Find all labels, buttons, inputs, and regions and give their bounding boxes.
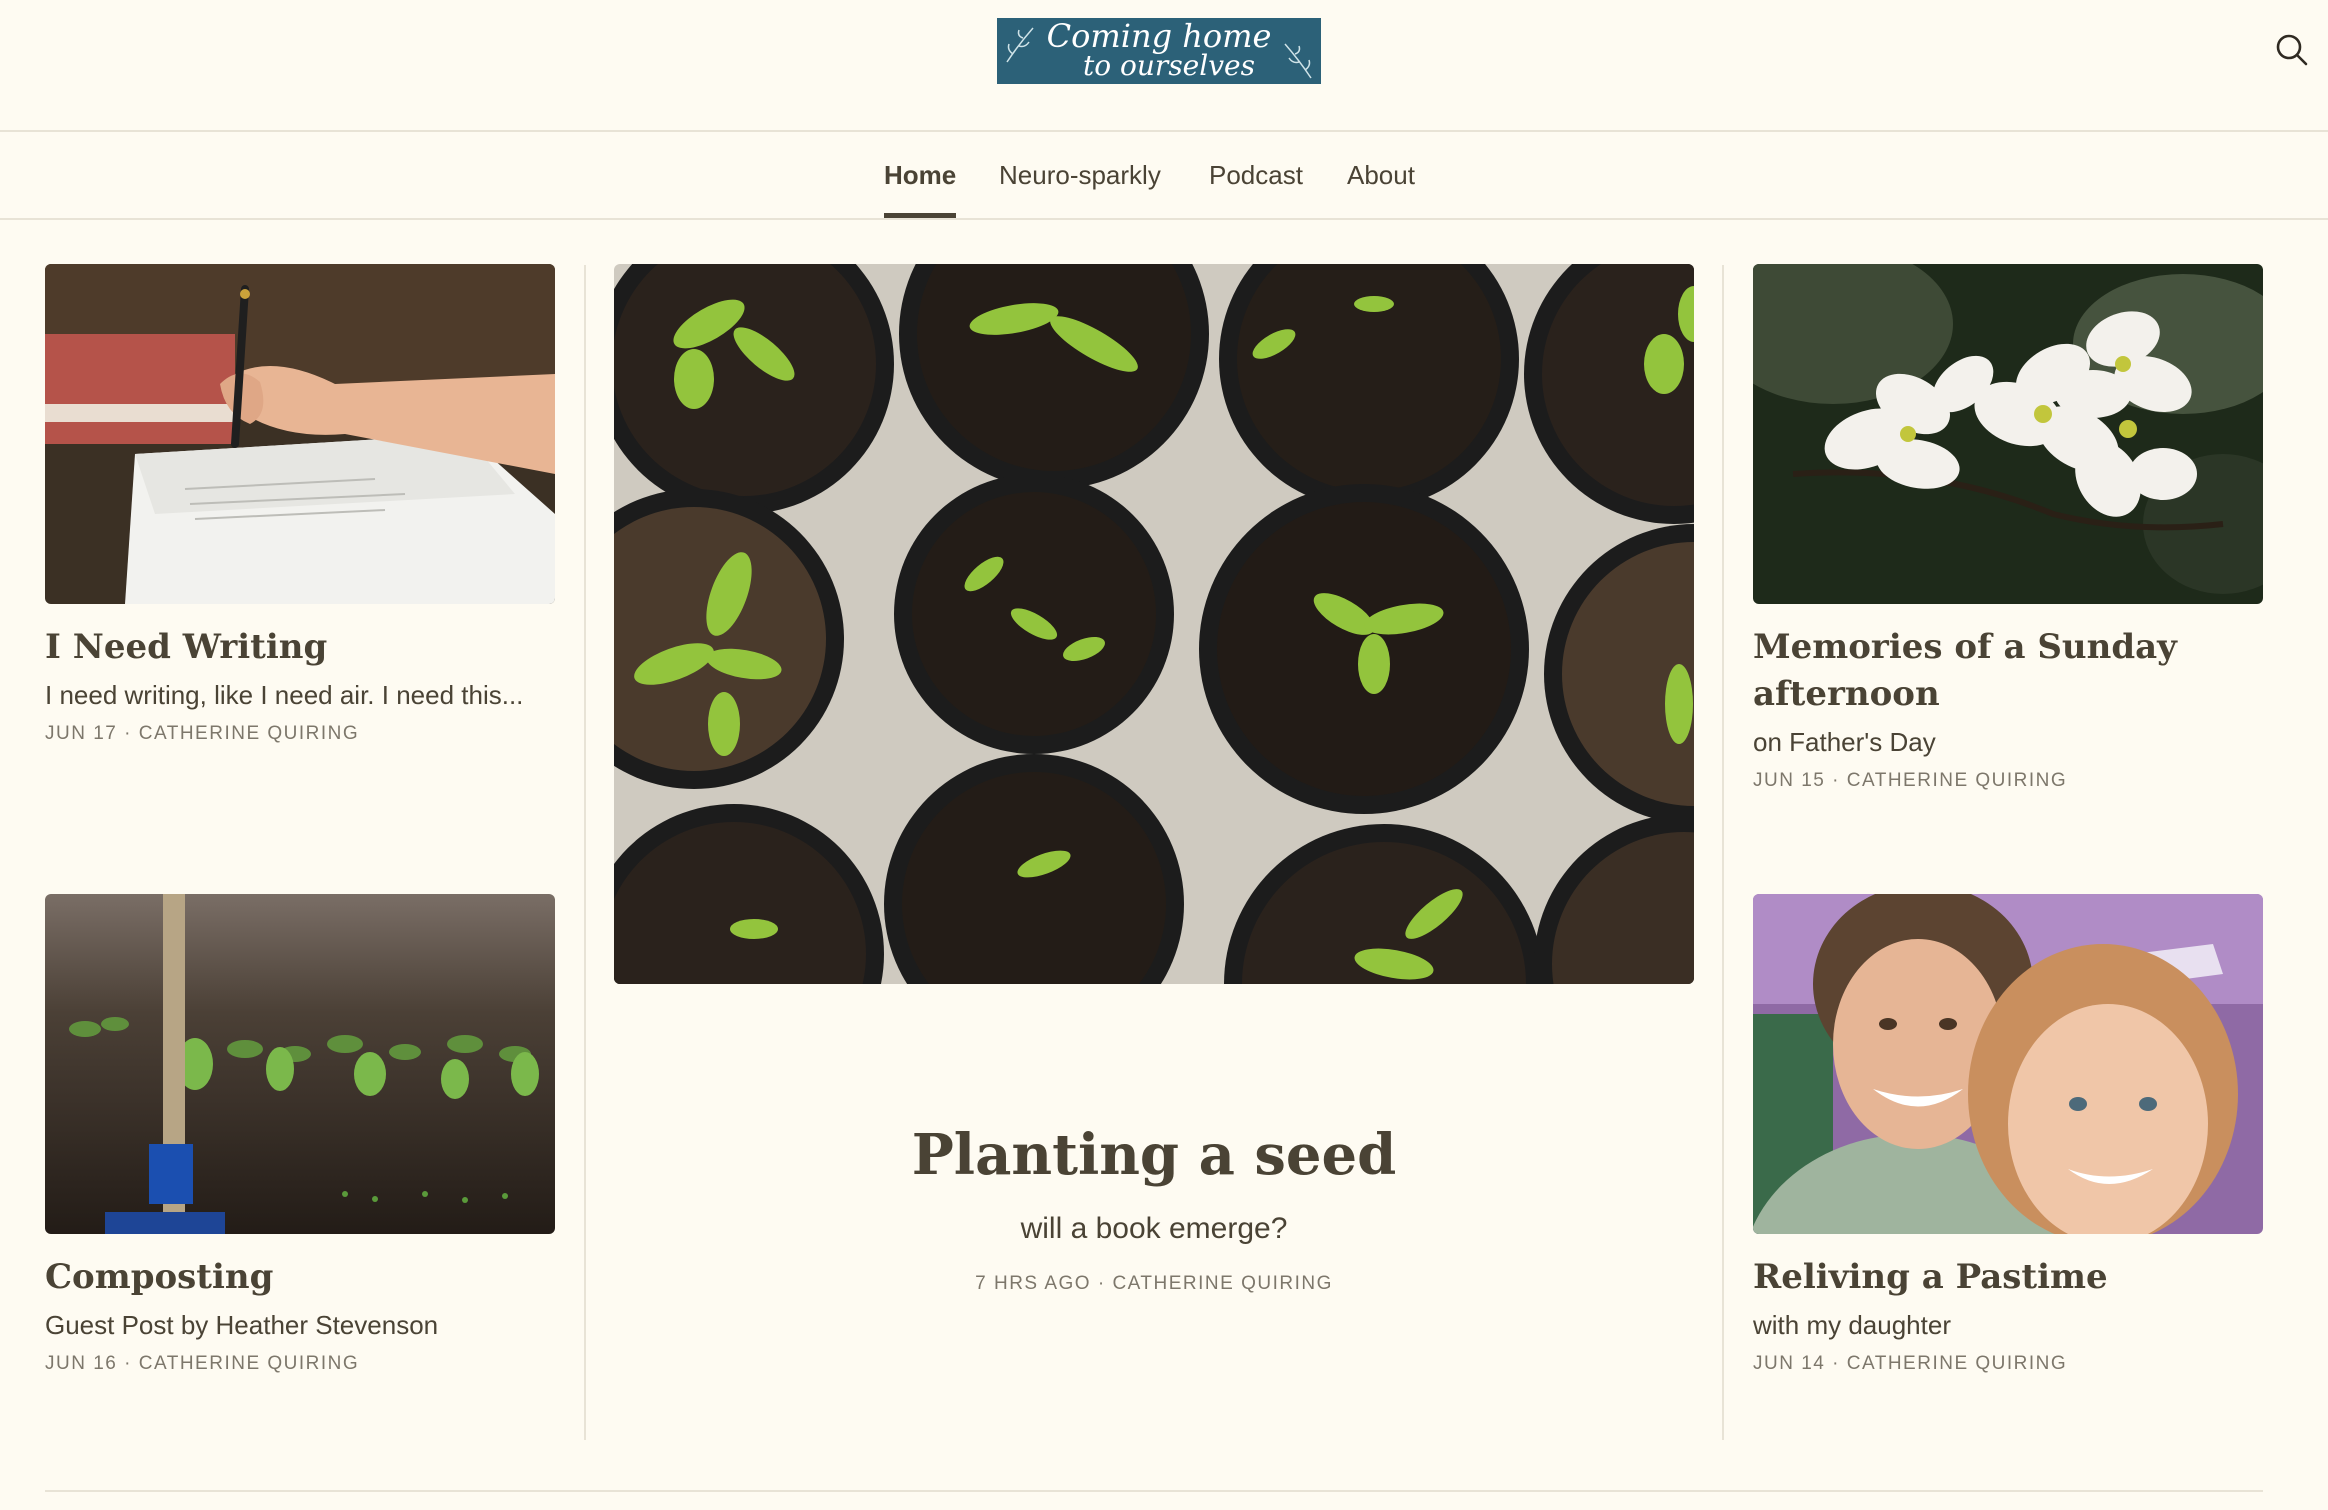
featured-post-subtitle: will a book emerge? [1020,1212,1288,1245]
post-subtitle-pastime: with my daughter [1753,1310,1951,1340]
nav-item-home[interactable]: Home [884,132,957,218]
post-subtitle-memories: on Father's Day [1753,727,1936,757]
post-title-pastime[interactable]: Reliving a Pastime [1753,1254,2263,1301]
site-logo[interactable]: Coming home to ourselves [997,18,1321,84]
post-thumbnail-writing[interactable] [45,264,555,604]
site-header: Coming home to ourselves [0,0,2328,132]
post-date: JUN 17 [45,723,118,744]
post-thumbnail-pastime[interactable] [1753,894,2263,1234]
post-date: JUN 14 [1753,1353,1826,1374]
post-author[interactable]: CATHERINE QUIRING [1847,1353,2067,1374]
post-author[interactable]: CATHERINE QUIRING [139,1353,359,1374]
search-button[interactable] [2270,28,2314,72]
post-author[interactable]: CATHERINE QUIRING [139,723,359,744]
leaf-decoration-icon [1284,43,1312,79]
post-meta-pastime: JUN 14 · CATHERINE QUIRING [1753,1353,2263,1375]
featured-post-meta: 7 HRS AGO · CATHERINE QUIRING [614,1273,1694,1295]
nav-item-neuro-sparkly[interactable]: Neuro-sparkly [999,132,1161,218]
logo-line-1: Coming home [1046,18,1272,55]
post-author[interactable]: CATHERINE QUIRING [1112,1273,1332,1294]
leaf-decoration-icon [1006,27,1034,63]
post-meta-composting: JUN 16 · CATHERINE QUIRING [45,1353,555,1375]
post-date: JUN 15 [1753,770,1826,791]
meta-separator: · [124,1353,132,1374]
post-subtitle-writing: I need writing, like I need air. I need … [45,680,524,710]
post-thumbnail-composting[interactable] [45,894,555,1234]
post-meta-writing: JUN 17 · CATHERINE QUIRING [45,723,555,745]
post-date: JUN 16 [45,1353,118,1374]
column-divider [584,265,586,1440]
post-thumbnail-memories[interactable] [1753,264,2263,604]
post-title-composting[interactable]: Composting [45,1254,555,1301]
meta-separator: · [1097,1273,1106,1294]
post-author[interactable]: CATHERINE QUIRING [1847,770,2067,791]
featured-post: Planting a seed will a book emerge? 7 HR… [614,1115,1694,1295]
logo-line-2: to ourselves [1083,49,1255,82]
post-title-writing[interactable]: I Need Writing [45,624,555,671]
post-card-composting[interactable]: Composting Guest Post by Heather Stevens… [45,894,555,1375]
post-title-memories[interactable]: Memories of a Sunday afternoon [1753,624,2263,718]
featured-post-image[interactable] [614,264,1694,984]
post-card-writing[interactable]: I Need Writing I need writing, like I ne… [45,264,555,745]
meta-separator: · [1832,1353,1840,1374]
post-card-pastime[interactable]: Reliving a Pastime with my daughter JUN … [1753,894,2263,1375]
main-nav: Home Neuro-sparkly Podcast About [0,132,2328,220]
nav-item-podcast[interactable]: Podcast [1209,132,1303,218]
nav-item-about[interactable]: About [1347,132,1415,218]
post-subtitle-composting: Guest Post by Heather Stevenson [45,1310,439,1340]
post-meta-memories: JUN 15 · CATHERINE QUIRING [1753,770,2263,792]
section-divider [45,1490,2263,1492]
search-icon [2276,34,2308,66]
meta-separator: · [124,723,132,744]
meta-separator: · [1832,770,1840,791]
post-card-memories[interactable]: Memories of a Sunday afternoon on Father… [1753,264,2263,792]
featured-post-title[interactable]: Planting a seed [614,1115,1694,1195]
column-divider [1722,265,1724,1440]
post-date: 7 HRS AGO [975,1273,1092,1294]
